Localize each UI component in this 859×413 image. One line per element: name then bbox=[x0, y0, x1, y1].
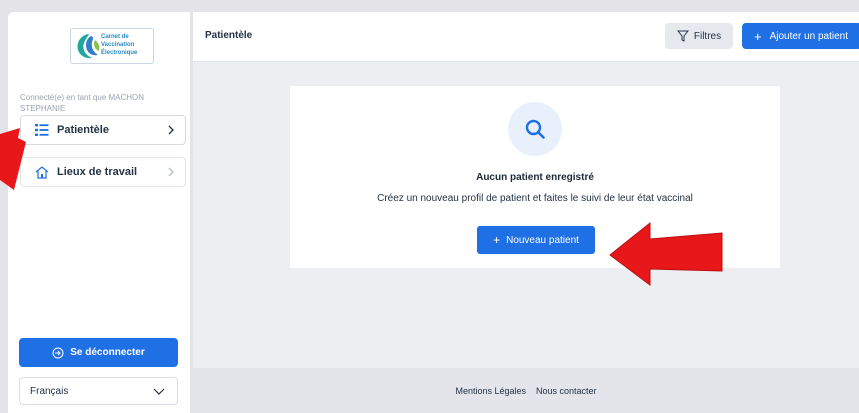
plus-icon: + bbox=[493, 233, 501, 247]
empty-state-title: Aucun patient enregistré bbox=[476, 172, 594, 183]
filter-button[interactable]: Filtres bbox=[665, 23, 733, 49]
home-icon bbox=[35, 165, 49, 179]
logo-line-3: Électronique bbox=[101, 50, 138, 56]
chevron-right-icon bbox=[168, 125, 174, 135]
legal-notice-link[interactable]: Mentions Légales bbox=[455, 386, 526, 396]
page-header: Patientèle Filtres + Ajouter un patient bbox=[193, 12, 859, 62]
plus-icon: + bbox=[754, 28, 762, 44]
filter-label: Filtres bbox=[693, 30, 722, 42]
language-value: Français bbox=[30, 385, 69, 397]
logo-line-2: Vaccination bbox=[101, 42, 135, 48]
main-content: Aucun patient enregistré Créez un nouvea… bbox=[193, 62, 859, 368]
logout-button[interactable]: Se déconnecter bbox=[19, 338, 178, 367]
sidebar-item-patientele[interactable]: Patientèle bbox=[20, 115, 186, 145]
app-window: Carnet de Vaccination Électronique Conne… bbox=[0, 0, 859, 413]
filter-icon bbox=[676, 30, 689, 42]
sidebar-item-label: Lieux de travail bbox=[57, 166, 138, 178]
new-patient-label: Nouveau patient bbox=[506, 234, 579, 246]
page-title: Patientèle bbox=[205, 30, 253, 41]
sidebar: Carnet de Vaccination Électronique Conne… bbox=[8, 12, 190, 413]
sidebar-item-label: Patientèle bbox=[57, 124, 109, 136]
language-select[interactable]: Français bbox=[19, 377, 178, 405]
logo-line-1: Carnet de bbox=[101, 34, 129, 40]
chevron-right-icon bbox=[168, 167, 174, 177]
add-patient-button[interactable]: + Ajouter un patient bbox=[742, 23, 859, 49]
chevron-down-icon bbox=[153, 388, 165, 395]
list-icon bbox=[35, 123, 49, 137]
sidebar-item-lieux-de-travail[interactable]: Lieux de travail bbox=[20, 157, 186, 187]
logout-label: Se déconnecter bbox=[70, 347, 145, 358]
add-patient-label: Ajouter un patient bbox=[769, 30, 848, 42]
logout-icon bbox=[52, 347, 64, 359]
connected-user-text: Connecté(e) en tant que MACHON STEPHANIE bbox=[20, 93, 145, 113]
footer: Mentions Légales Nous contacter bbox=[193, 368, 859, 413]
logo-text: Carnet de Vaccination Électronique bbox=[101, 33, 137, 57]
empty-state-description: Créez un nouveau profil de patient et fa… bbox=[377, 193, 693, 204]
logo-mark-icon bbox=[77, 34, 100, 59]
contact-link[interactable]: Nous contacter bbox=[536, 386, 597, 396]
search-icon bbox=[508, 102, 562, 156]
annotation-arrow-icon bbox=[609, 221, 723, 286]
new-patient-button[interactable]: + Nouveau patient bbox=[477, 226, 595, 254]
annotation-arrow-icon bbox=[0, 128, 26, 190]
app-logo[interactable]: Carnet de Vaccination Électronique bbox=[70, 28, 154, 64]
